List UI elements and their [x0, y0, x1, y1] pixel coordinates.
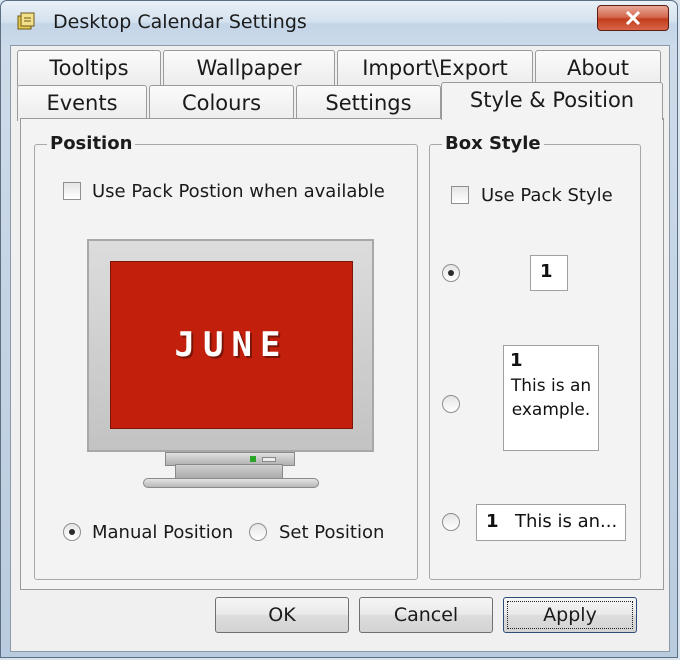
- apply-button-label: Apply: [543, 604, 597, 626]
- tab-wallpaper[interactable]: Wallpaper: [163, 50, 335, 86]
- close-icon: [625, 11, 641, 25]
- monitor-button: [262, 457, 276, 462]
- monitor-preview-text: JUNE: [174, 325, 289, 365]
- tab-events[interactable]: Events: [17, 85, 147, 121]
- tab-tooltips[interactable]: Tooltips: [17, 50, 161, 86]
- box-style-group-label: Box Style: [442, 133, 544, 154]
- manual-position-label[interactable]: Manual Position: [92, 522, 233, 543]
- monitor-screen: JUNE: [110, 261, 353, 429]
- box-style-option2-radio[interactable]: [442, 395, 460, 413]
- style-position-panel: Position Use Pack Postion when available…: [20, 118, 664, 590]
- power-led: [250, 456, 256, 462]
- cancel-button[interactable]: Cancel: [359, 597, 493, 633]
- monitor-preview: JUNE: [87, 239, 374, 452]
- set-position-label[interactable]: Set Position: [279, 522, 384, 543]
- option2-text-line1: This is an: [510, 376, 592, 396]
- tab-settings[interactable]: Settings: [296, 85, 441, 121]
- use-pack-style-label[interactable]: Use Pack Style: [481, 185, 613, 206]
- calendar-app-icon: [17, 12, 35, 30]
- close-button[interactable]: [597, 5, 669, 31]
- apply-button[interactable]: Apply: [503, 597, 637, 633]
- use-pack-position-label[interactable]: Use Pack Postion when available: [92, 181, 385, 202]
- manual-position-radio[interactable]: [63, 523, 81, 541]
- option3-number: 1: [486, 511, 499, 532]
- box-style-option3-preview[interactable]: 1 This is an...: [476, 504, 626, 541]
- box-style-option3-radio[interactable]: [442, 513, 460, 531]
- use-pack-style-checkbox[interactable]: [451, 186, 469, 204]
- position-group-label: Position: [47, 133, 136, 154]
- box-style-option1-radio[interactable]: [442, 264, 460, 282]
- tab-style-position[interactable]: Style & Position: [441, 82, 663, 120]
- use-pack-position-checkbox[interactable]: [63, 182, 81, 200]
- box-style-option1-preview[interactable]: 1: [530, 255, 568, 291]
- option3-text: This is an...: [515, 511, 618, 532]
- tab-about[interactable]: About: [535, 50, 661, 86]
- option2-number: 1: [510, 350, 523, 371]
- set-position-radio[interactable]: [249, 523, 267, 541]
- option2-text-line2: example.: [511, 400, 591, 420]
- option1-number: 1: [540, 261, 553, 282]
- settings-window: Desktop Calendar Settings Tooltips Wallp…: [0, 0, 678, 658]
- title-bar[interactable]: Desktop Calendar Settings: [1, 1, 677, 45]
- ok-button[interactable]: OK: [215, 597, 349, 633]
- tab-colours[interactable]: Colours: [149, 85, 294, 121]
- monitor-stand-base: [143, 478, 319, 488]
- box-style-option2-preview[interactable]: 1 This is an example.: [503, 345, 599, 451]
- tab-import-export[interactable]: Import\Export: [337, 50, 533, 86]
- window-title: Desktop Calendar Settings: [53, 11, 307, 33]
